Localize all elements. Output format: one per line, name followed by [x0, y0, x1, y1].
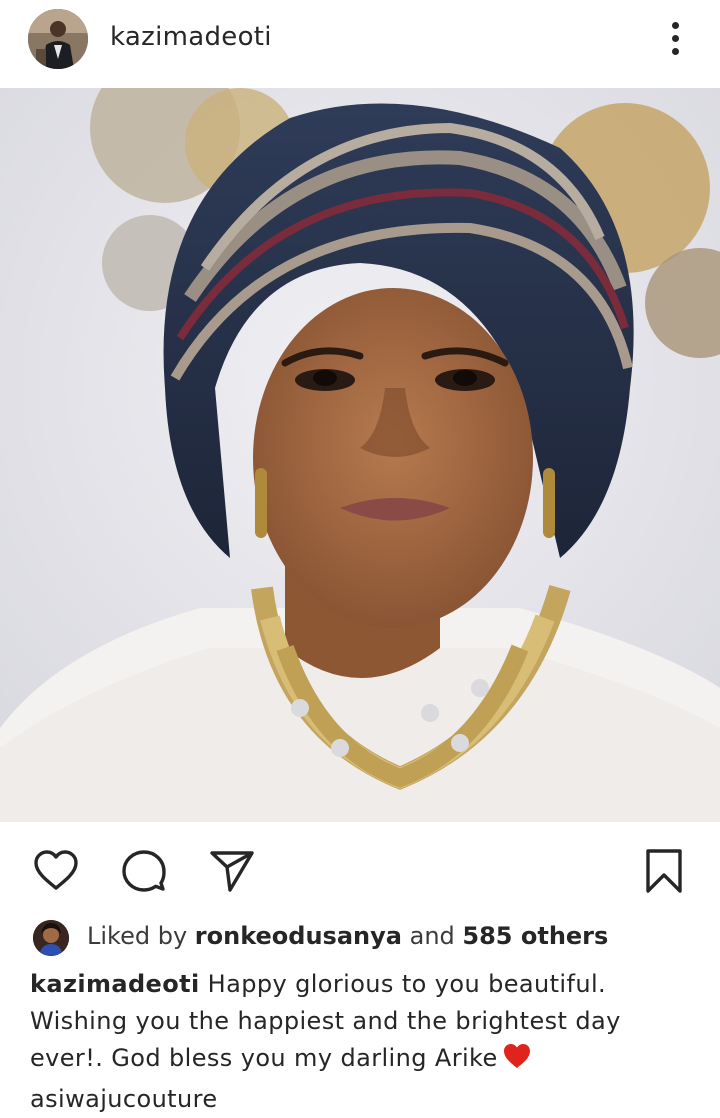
caption-username[interactable]: kazimadeoti — [30, 970, 200, 998]
caption-line-4[interactable]: asiwajucouture — [30, 1081, 690, 1118]
red-heart-emoji-icon — [502, 1042, 532, 1081]
comment-button[interactable] — [120, 847, 168, 895]
post-image[interactable] — [0, 88, 720, 822]
caption-line-3: ever!. God bless you my darling Arike — [30, 1040, 690, 1081]
likes-prefix: Liked by — [87, 922, 188, 950]
comment-icon — [122, 850, 166, 892]
liker-avatar[interactable] — [33, 920, 69, 956]
more-options-button[interactable] — [660, 14, 692, 62]
save-button[interactable] — [640, 847, 688, 895]
likes-text: Liked by ronkeodusanya and 585 others — [87, 922, 608, 950]
caption: kazimadeoti Happy glorious to you beauti… — [30, 966, 690, 1118]
bookmark-icon — [646, 849, 682, 893]
caption-text-1: Happy glorious to you beautiful. — [207, 970, 607, 998]
more-vertical-icon — [672, 22, 679, 29]
post-header: kazimadeoti — [0, 0, 720, 88]
caption-line-2: Wishing you the happiest and the brighte… — [30, 1007, 621, 1035]
liker-username[interactable]: ronkeodusanya — [195, 922, 402, 950]
likes-count[interactable]: 585 others — [462, 922, 608, 950]
heart-outline-icon — [34, 850, 78, 890]
caption-text-3: ever!. God bless you my darling Arike — [30, 1044, 498, 1072]
more-dot — [672, 35, 679, 42]
likes-connector: and — [409, 922, 455, 950]
like-button[interactable] — [32, 847, 80, 895]
share-button[interactable] — [208, 847, 256, 895]
action-bar — [0, 822, 720, 916]
likes-row: Liked by ronkeodusanya and 585 others — [0, 916, 720, 962]
user-avatar[interactable] — [28, 9, 88, 69]
send-icon — [210, 851, 254, 892]
username[interactable]: kazimadeoti — [110, 22, 272, 52]
more-dot — [672, 48, 679, 55]
caption-line-1: kazimadeoti Happy glorious to you beauti… — [30, 966, 690, 1003]
